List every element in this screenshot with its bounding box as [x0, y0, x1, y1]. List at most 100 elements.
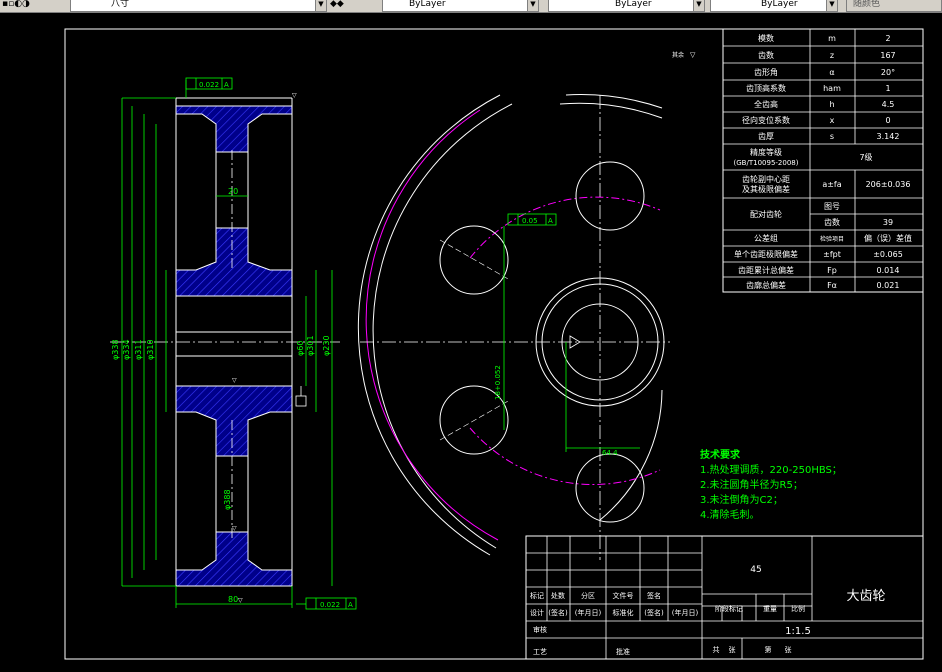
table-cell-text: 工艺: [533, 648, 547, 656]
table-cell-text: 全齿高: [754, 99, 778, 109]
rest-roughness-label: 其余: [672, 51, 684, 59]
table-cell-text: 公差组: [754, 233, 778, 243]
table-cell-text: 阶段标记: [715, 604, 743, 613]
table-cell-text: 206±0.036: [866, 180, 911, 189]
lineweight-dropdown-value: ByLayer: [761, 0, 798, 9]
dim-d7: φ230: [322, 335, 331, 356]
table-cell-text: 单个齿距极限偏差: [734, 249, 798, 259]
dim-width: 80: [228, 595, 238, 604]
rest-roughness-icon: ▽: [690, 51, 696, 59]
chevron-down-icon: ▼: [826, 0, 837, 11]
roughness-symbols: ▽ ▽ ▽ ▽: [232, 92, 297, 604]
table-cell-text: x: [830, 116, 835, 125]
color-dropdown-value: ByLayer: [409, 0, 446, 9]
table-cell-text: 及其极限偏差: [742, 184, 790, 194]
plotstyle-dropdown-value: 随颜色: [853, 0, 881, 9]
table-cell-text: 文件号: [613, 591, 634, 600]
table-cell-text: 标记: [530, 591, 544, 600]
table-cell-text: 重量: [763, 605, 777, 613]
tech-req-item: 3.未注倒角为C2；: [700, 493, 783, 506]
chevron-down-icon: ▼: [693, 0, 704, 11]
table-cell-text: 第: [765, 645, 772, 654]
table-cell-text: 精度等级: [750, 147, 782, 157]
table-cell-text: 齿数: [824, 217, 840, 227]
svg-text:▽: ▽: [292, 92, 297, 99]
table-cell-text: 径向变位系数: [742, 115, 790, 125]
gtol-bottom: 0.022 A: [305, 597, 357, 610]
table-cell-text: 检验项目: [820, 235, 844, 243]
table-cell-text: Fα: [827, 281, 837, 290]
color-dropdown[interactable]: ByLayer ▼: [382, 0, 539, 12]
table-cell-text: 共: [713, 645, 720, 654]
table-cell-text: 张: [729, 645, 736, 654]
gtol-hub-ref: A: [548, 217, 553, 225]
dim-d1: φ338: [111, 339, 120, 360]
table-cell-text: 0: [885, 116, 890, 125]
svg-text:▽: ▽: [232, 377, 237, 384]
table-cell-text: 比例: [791, 604, 805, 613]
gtol-top-value: 0.022: [199, 81, 219, 89]
table-cell-text: 张: [785, 645, 792, 654]
table-cell-text: 齿数: [758, 50, 774, 60]
drawing-border: [64, 28, 924, 660]
dim-d3: φ311: [134, 339, 143, 360]
table-cell-text: a±fa: [822, 180, 841, 189]
lineweight-dropdown[interactable]: ByLayer ▼: [710, 0, 838, 12]
drawing-canvas[interactable]: φ338 φ334 φ311 φ310 φ60 φ301 φ230 φ388 2…: [0, 13, 942, 672]
table-cell-text: Fp: [827, 266, 837, 275]
table-cell-text: (签名): [548, 608, 568, 617]
chevron-down-icon: ▼: [315, 0, 326, 11]
gtol-bottom-value: 0.022: [320, 601, 340, 609]
table-cell-text: 7级: [859, 152, 872, 162]
svg-text:▽: ▽: [238, 597, 243, 604]
dim-key: 64.4: [602, 449, 618, 457]
table-cell-text: 167: [880, 51, 895, 60]
table-cell-text: (年月日): [575, 608, 602, 617]
table-cell-text: 0.021: [877, 281, 900, 290]
properties-toolbar: ▪▫◐◑ 八寸 ▼ ◆◆ ByLayer ▼ ByLayer ▼ ByLayer…: [0, 0, 942, 13]
table-cell-text: 39: [883, 218, 893, 227]
table-cell-text: (签名): [644, 608, 664, 617]
table-cell-text: ham: [823, 84, 841, 93]
table-cell-text: 1: [885, 84, 890, 93]
tech-req-item: 4.清除毛刺。: [700, 508, 760, 521]
table-cell-text: 齿距累计总偏差: [738, 265, 794, 275]
param-table: 模数 m 2 齿数 z 167 齿形角 α 20° 齿顶高系数 ham 1 全齿…: [722, 28, 924, 293]
table-cell-text: 处数: [551, 591, 565, 600]
dim-d8: φ388: [223, 489, 232, 510]
table-cell-text: 模数: [758, 33, 774, 43]
table-cell-text: 20°: [881, 68, 895, 77]
table-cell-text: h: [829, 100, 834, 109]
tech-req-title: 技术要求: [700, 448, 741, 461]
layer-dropdown[interactable]: 八寸 ▼: [70, 0, 327, 12]
tech-requirements: 技术要求 1.热处理调质，220-250HBS； 2.未注圆角半径为R5； 3.…: [700, 448, 842, 521]
layer-dropdown-value: 八寸: [111, 0, 130, 9]
scale-value: 1:1.5: [785, 626, 811, 637]
gtol-hub-value: 0.05: [522, 217, 538, 225]
svg-text:▽: ▽: [232, 525, 237, 532]
table-cell-text: 3.142: [877, 132, 900, 141]
chevron-down-icon: ▼: [527, 0, 538, 11]
layer-tools-icon[interactable]: ◆◆: [330, 0, 344, 11]
layer-state-icon[interactable]: ▪▫◐◑: [2, 0, 30, 11]
plotstyle-dropdown[interactable]: 随颜色: [846, 0, 942, 12]
table-cell-text: s: [830, 132, 834, 141]
table-cell-text: 齿轮副中心距: [742, 174, 790, 184]
dim-d6: φ301: [306, 335, 315, 356]
table-cell-text: (GB/T10095-2008): [734, 159, 799, 167]
dim-web: 20: [228, 187, 238, 196]
table-cell-text: z: [830, 51, 834, 60]
table-cell-text: 齿顶高系数: [746, 83, 786, 93]
table-cell-text: 审核: [533, 625, 547, 634]
dim-d2: φ334: [122, 339, 131, 360]
table-cell-text: 标准化: [613, 608, 634, 617]
table-cell-text: 签名: [647, 591, 661, 600]
table-cell-text: 图号: [824, 202, 840, 211]
part-name: 大齿轮: [846, 589, 885, 604]
gtol-bottom-ref: A: [348, 601, 353, 609]
table-cell-text: 2: [885, 34, 890, 43]
gtol-top: 0.022 A: [185, 77, 233, 90]
linetype-dropdown[interactable]: ByLayer ▼: [548, 0, 705, 12]
table-cell-text: 偏（误）差值: [864, 233, 912, 243]
table-cell-text: 配对齿轮: [750, 209, 782, 219]
